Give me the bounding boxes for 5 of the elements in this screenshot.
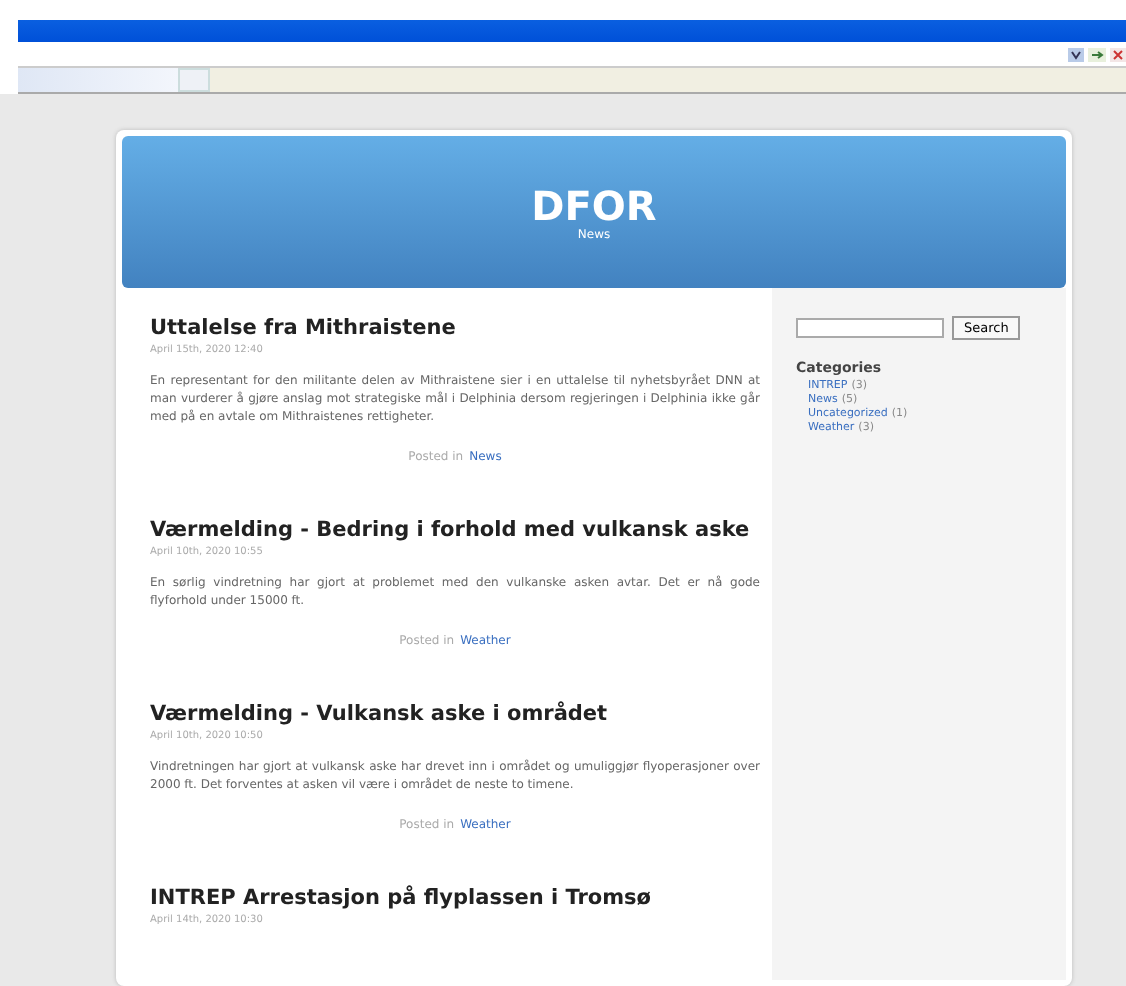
site-title[interactable]: DFOR xyxy=(531,183,657,227)
post-title[interactable]: Værmelding - Vulkansk aske i området xyxy=(150,702,760,726)
post-title[interactable]: Uttalelse fra Mithraistene xyxy=(150,316,760,340)
post-title[interactable]: Værmelding - Bedring i forhold med vulkansk aske xyxy=(150,518,760,542)
post-title[interactable]: INTREP Arrestasjon på flyplassen i Tromsø xyxy=(150,886,760,910)
